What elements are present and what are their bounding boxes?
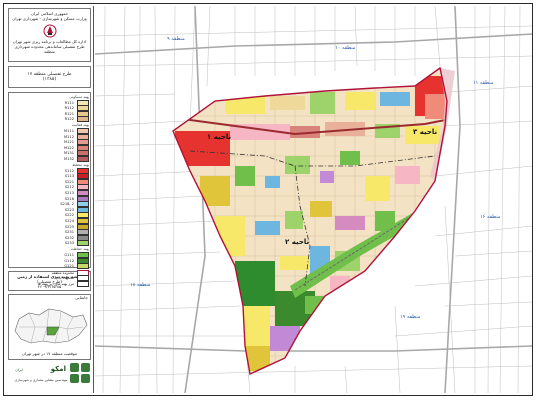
legend-code: R112: [64, 106, 74, 111]
legend-section-title: پهنه مختلط: [72, 163, 89, 167]
legend-section-title: پهنه مسکونی: [69, 95, 89, 99]
legend-code: R111: [64, 100, 74, 105]
legend-code: S112: [64, 168, 74, 173]
key-map-title: جانمایی: [75, 295, 88, 300]
legend-code: S224: [64, 218, 74, 223]
legend-section-title: پهنه حفاظت: [70, 247, 89, 252]
header-line: وزارت مسکن و شهرسازی - شهرداری تهران: [12, 16, 87, 21]
legend-code: S212: [64, 185, 74, 190]
legend-code: M132: [64, 156, 74, 161]
legend-code: M111: [64, 128, 74, 133]
plan-title-box: طرح تفصیلی منطقه ۱۷ (۱۳۸۵): [8, 66, 91, 88]
neighbor-label: منطقه ۱۱: [473, 80, 494, 86]
legend-code: G112: [64, 258, 74, 263]
header-line: طرح تفصیلی ساماندهی محدوده شهرداری منطقه: [14, 44, 85, 54]
key-map: [14, 308, 88, 344]
legend-code: S231: [64, 230, 74, 235]
legend-section-title: پهنه فعالیت: [71, 123, 89, 128]
legend-code: R121: [64, 111, 74, 116]
legend-code: S223: [64, 207, 74, 212]
legend-note-label: محدوده منطقه: [51, 270, 74, 275]
legend-code: S232: [64, 235, 74, 240]
neighbor-label: منطقه ۱۸: [130, 282, 151, 288]
zoning-map[interactable]: منطقه ۹ منطقه ۱۰ منطقه ۱۱ منطقه ۱۶ منطقه…: [95, 6, 532, 393]
legend-note-label: مرز پهنه های زیر پهنه ها: [37, 281, 74, 286]
legend-code: M122: [64, 145, 74, 150]
legend-code: S221: [64, 179, 74, 184]
legend-item: S233: [10, 240, 89, 247]
legend-note: مرز پهنه های زیر پهنه ها: [10, 280, 89, 287]
legend-code: S218, 2: [60, 202, 74, 207]
legend-code: S225: [64, 224, 74, 229]
legend-code: G111: [64, 252, 74, 257]
neighbor-label: منطقه ۹: [167, 36, 185, 42]
key-map-caption: موقعیت منطقه ۱۷ در شهر تهران: [22, 351, 77, 356]
legend-swatch: [77, 155, 89, 162]
legend-item: G121: [10, 263, 89, 270]
legend-panel: جمهوری اسلامی ایران وزارت مسکن و شهرسازی…: [6, 6, 94, 393]
neighbor-label: منطقه ۱۰: [335, 45, 356, 51]
neighbor-label: منطقه ۱۹: [400, 314, 421, 320]
legend-note-label: محدوده ناحیه: [54, 276, 74, 281]
plan-year: (۱۳۸۵): [42, 77, 57, 82]
legend-code: S216: [64, 196, 74, 201]
legend-code: S222: [64, 213, 74, 218]
legend-code: M112: [64, 134, 74, 139]
header-box: جمهوری اسلامی ایران وزارت مسکن و شهرسازی…: [8, 8, 91, 62]
legend-swatch: [77, 240, 89, 247]
legend-code: G121: [64, 264, 74, 269]
district-label: ناحیه ۳: [413, 128, 437, 136]
legend-code: R122: [64, 117, 74, 122]
legend-item: M132: [10, 155, 89, 162]
district-label: ناحیه ۲: [285, 238, 309, 246]
company-subtitle: مهندسین مشاور معماری و شهرسازی: [14, 378, 68, 382]
emblem-icon: [43, 23, 57, 38]
company-logo-icon: [70, 363, 92, 385]
legend-line-swatch: [77, 280, 89, 287]
legend-item: R122: [10, 116, 89, 123]
legend-code: S113: [64, 174, 74, 179]
neighbor-label: منطقه ۱۶: [480, 214, 501, 220]
legend-code: M121: [64, 140, 74, 145]
legend-swatch: [77, 116, 89, 123]
company-suffix: ایران: [15, 368, 23, 372]
legend-code: S233: [64, 241, 74, 246]
map-canvas[interactable]: منطقه ۹ منطقه ۱۰ منطقه ۱۱ منطقه ۱۶ منطقه…: [95, 6, 532, 393]
legend-code: M131: [64, 151, 74, 156]
district-label: ناحیه ۱: [207, 133, 231, 141]
legend-code: S213: [64, 190, 74, 195]
key-map-box: جانمایی موقعیت منطقه ۱۷ در شهر تهران: [8, 294, 91, 360]
legend-swatch: [77, 263, 89, 270]
